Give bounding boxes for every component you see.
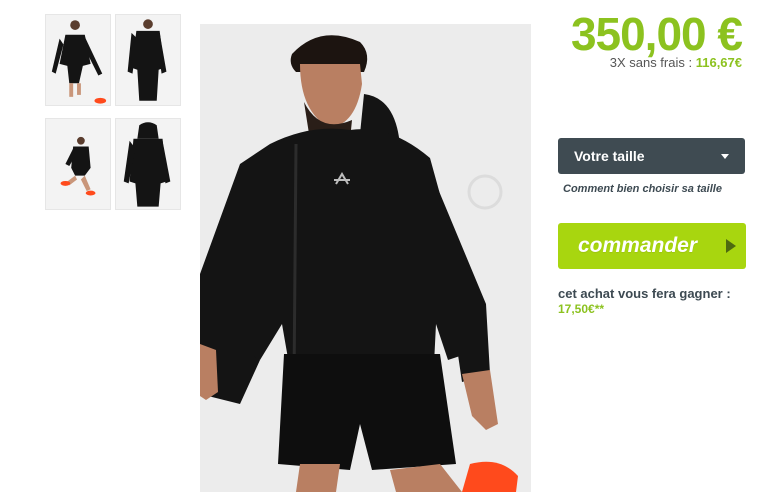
thumbnail-image — [116, 119, 180, 209]
thumbnail-image — [116, 15, 180, 105]
chevron-down-icon — [721, 153, 729, 159]
product-illustration — [200, 24, 531, 492]
size-select-label: Votre taille — [574, 148, 645, 164]
reward-amount: 17,50€** — [558, 302, 605, 316]
size-select[interactable]: Votre taille — [558, 138, 745, 174]
thumbnail-back-hood[interactable] — [115, 118, 181, 210]
thumbnail-action-kick[interactable] — [45, 118, 111, 210]
play-arrow-icon — [726, 239, 736, 253]
thumbnail-front-stand[interactable] — [115, 14, 181, 106]
reward-text: cet achat vous fera gagner : — [558, 286, 731, 301]
main-product-image[interactable] — [200, 24, 531, 492]
thumbnail-image — [46, 15, 110, 105]
product-price: 350,00 € — [570, 8, 743, 60]
thumbnail-front-jump[interactable] — [45, 14, 111, 106]
installments-info: 3X sans frais : 116,67€ — [610, 55, 742, 70]
installments-label: 3X sans frais : — [609, 55, 693, 70]
thumbnail-image — [46, 119, 110, 209]
order-button-label: commander — [578, 234, 698, 257]
size-guide-link[interactable]: Comment bien choisir sa taille — [563, 183, 722, 195]
installments-amount: 116,67€ — [695, 55, 742, 70]
order-button[interactable]: commander — [558, 223, 746, 269]
